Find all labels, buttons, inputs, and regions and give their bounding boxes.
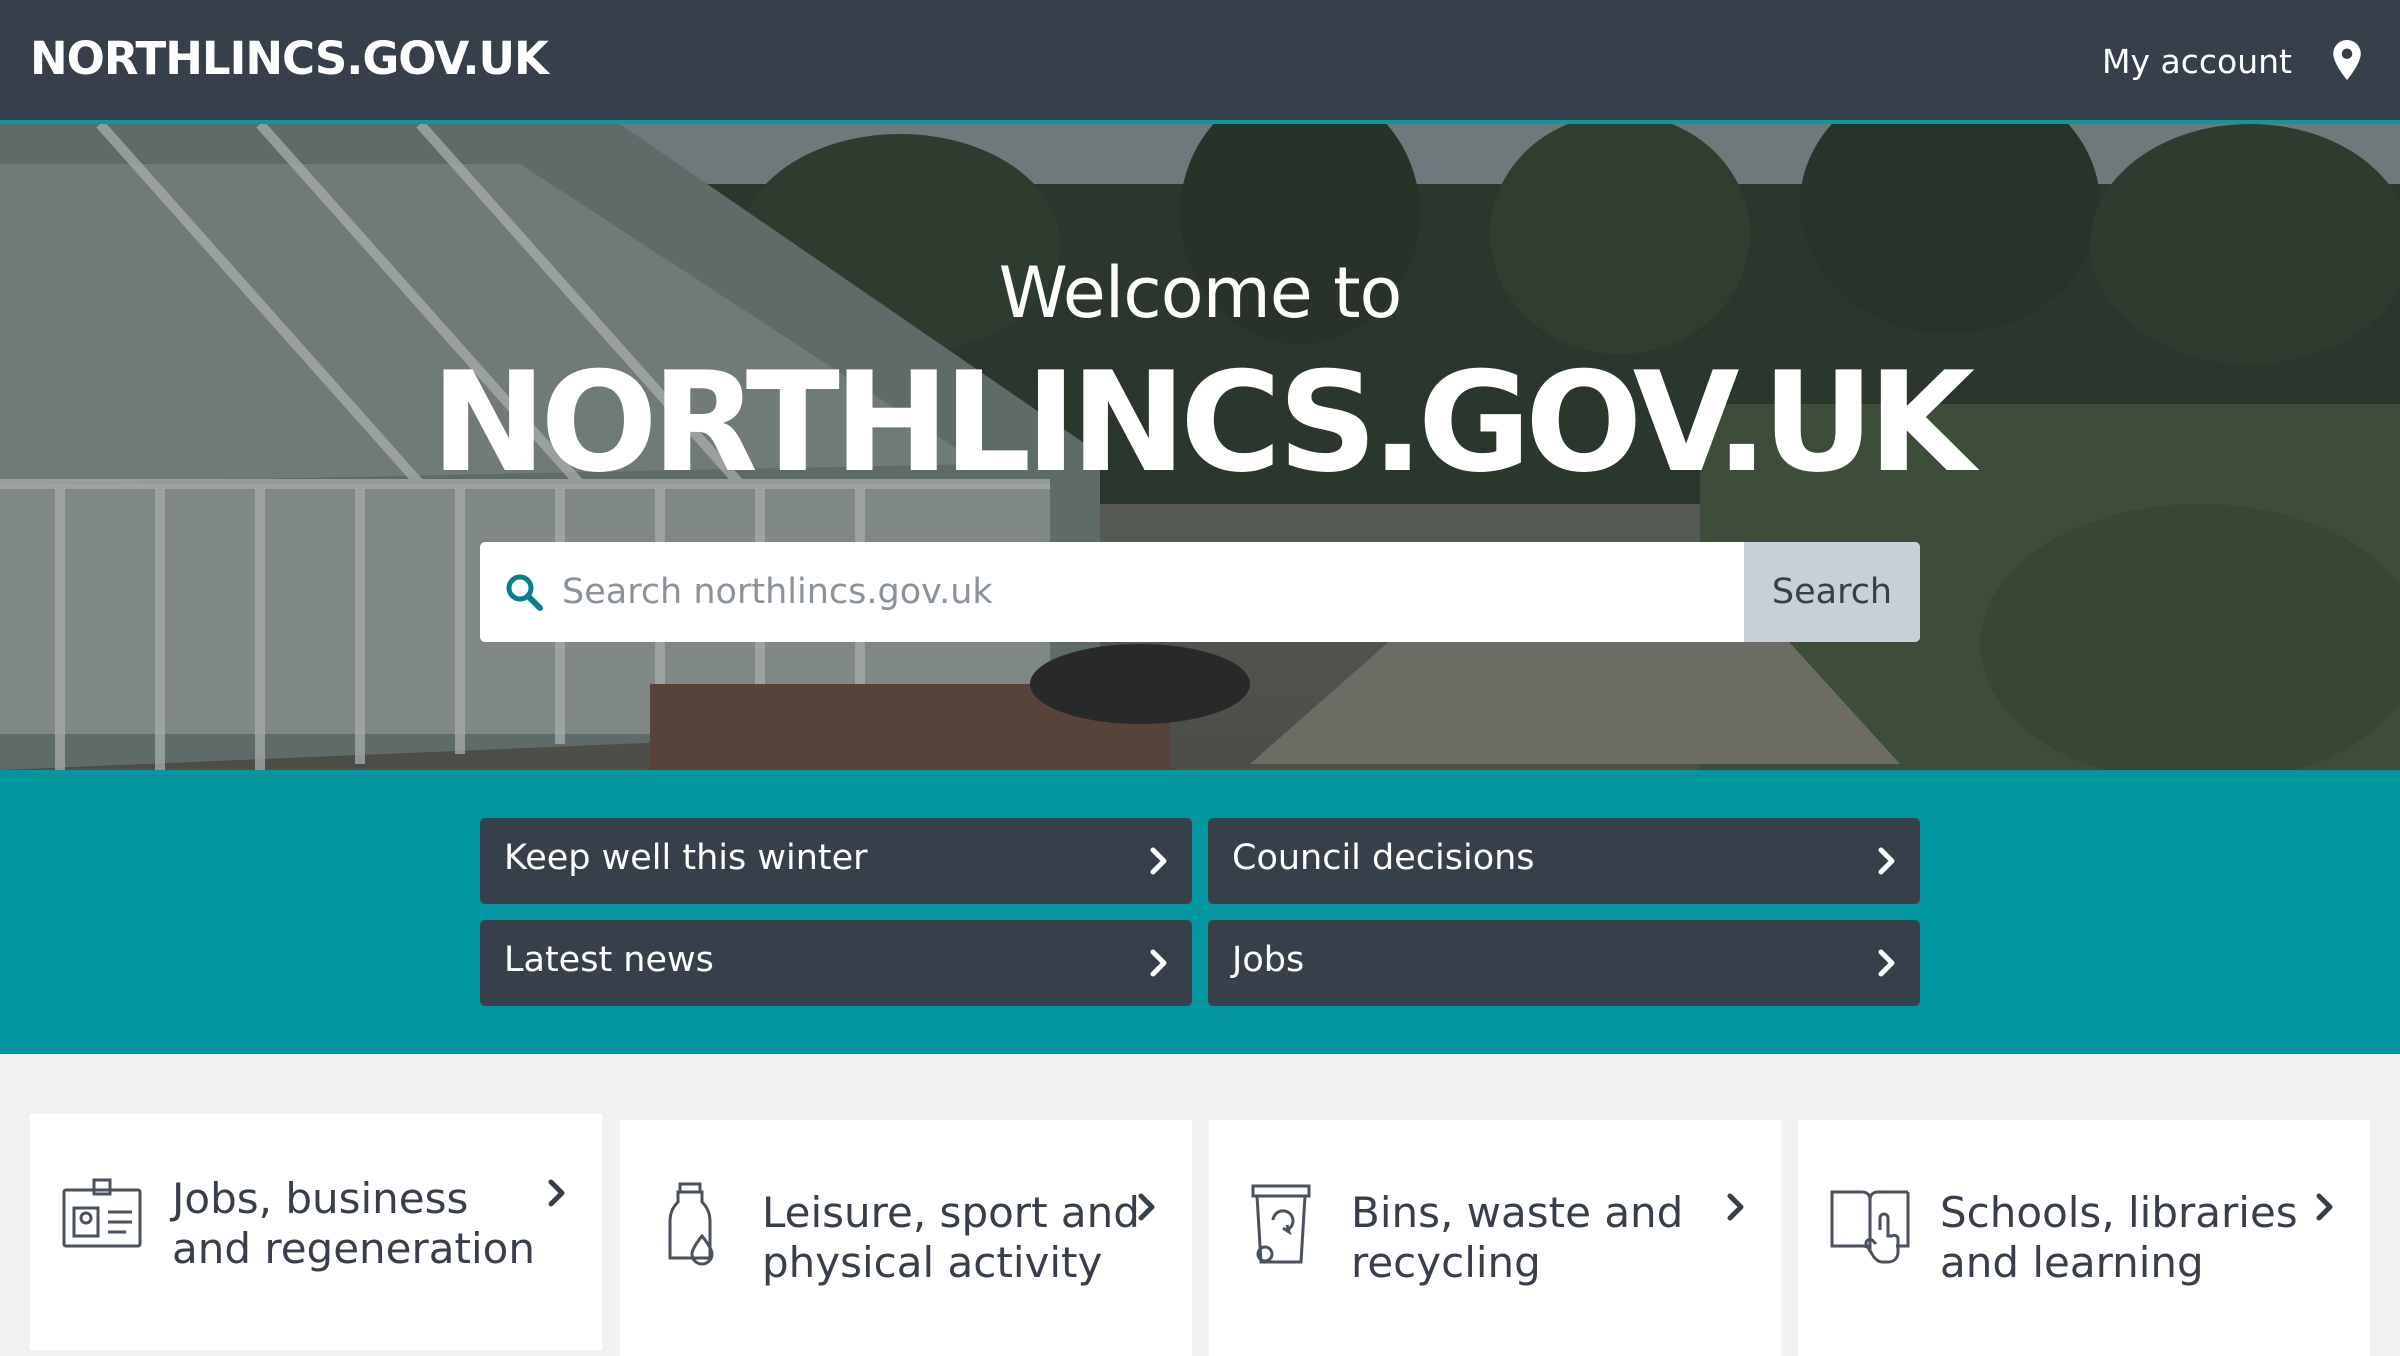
search-bar: Search [480,542,1920,642]
my-account-link[interactable]: My account [2102,42,2292,81]
card-label: Bins, waste and recycling [1351,1188,1684,1287]
recycling-bin-icon [1251,1184,1311,1264]
chevron-right-icon [2316,1193,2333,1221]
service-card-jobs-business[interactable]: Jobs, business and regeneration [30,1114,602,1350]
chevron-right-icon [548,1179,565,1207]
quick-link-label: Jobs [1232,940,1305,980]
quick-links-band: Keep well this winter Council decisions … [0,770,2400,1054]
site-logo[interactable]: NORTHLINCS.GOV.UK [30,32,549,85]
chevron-right-icon [1878,949,1895,977]
card-label: Schools, libraries and learning [1940,1188,2298,1287]
search-button[interactable]: Search [1744,542,1920,642]
water-bottle-icon [668,1182,714,1266]
chevron-right-icon [1727,1193,1744,1221]
service-card-bins-waste[interactable]: Bins, waste and recycling [1209,1120,1781,1356]
hero-banner: Welcome to NORTHLINCS.GOV.UK Search [0,124,2400,770]
chevron-right-icon [1150,949,1167,977]
quick-link-label: Council decisions [1232,838,1535,878]
hero-title: NORTHLINCS.GOV.UK [430,342,1975,503]
quick-link-latest-news[interactable]: Latest news [480,920,1192,1006]
quick-link-council-decisions[interactable]: Council decisions [1208,818,1920,904]
card-label: Jobs, business and regeneration [172,1174,535,1273]
site-header: NORTHLINCS.GOV.UK My account [0,0,2400,124]
map-pin-icon[interactable] [2332,40,2362,80]
service-card-schools-libraries[interactable]: Schools, libraries and learning [1798,1120,2370,1356]
id-badge-icon [62,1178,142,1248]
book-pointer-icon [1830,1190,1910,1264]
quick-link-keep-well[interactable]: Keep well this winter [480,818,1192,904]
chevron-right-icon [1138,1193,1155,1221]
quick-link-jobs[interactable]: Jobs [1208,920,1920,1006]
quick-link-label: Keep well this winter [504,838,868,878]
search-input[interactable] [560,542,1620,642]
quick-link-label: Latest news [504,940,714,980]
chevron-right-icon [1878,847,1895,875]
hero-welcome: Welcome to [998,252,1403,334]
search-icon [506,574,543,611]
service-card-leisure-sport[interactable]: Leisure, sport and physical activity [620,1120,1192,1356]
chevron-right-icon [1150,847,1167,875]
card-label: Leisure, sport and physical activity [762,1188,1140,1287]
